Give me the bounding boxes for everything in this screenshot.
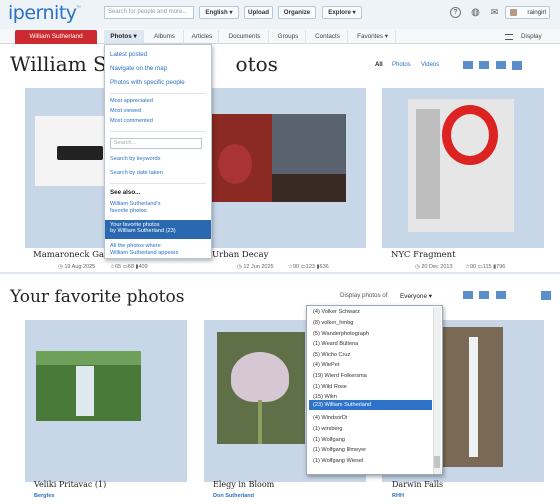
display-photos-listbox[interactable]: (4) Volker Schwarz (8) volker_hmbg (5) W…: [306, 305, 443, 475]
grid-small-view-icon[interactable]: [463, 291, 473, 299]
menu-separator: [110, 131, 206, 132]
site-search-input[interactable]: Search for people and more...: [104, 6, 194, 19]
upload-button[interactable]: Upload: [244, 6, 273, 19]
explore-button[interactable]: Explore ▾: [322, 6, 362, 19]
list-item-selected[interactable]: (23) William Sutherland: [313, 400, 371, 411]
menu-most-viewed[interactable]: Most viewed: [110, 108, 141, 114]
list-item[interactable]: (4) Volker Schwarz: [313, 307, 360, 318]
logo-trademark: ™: [76, 5, 81, 11]
photo-owner[interactable]: RHH: [392, 493, 404, 499]
photo-owner[interactable]: Don Sutherland: [213, 493, 254, 499]
photo-thumbnail[interactable]: [35, 116, 105, 186]
list-item[interactable]: (1) Weard Bültena: [313, 339, 358, 350]
photo-stats: ☆90 ▭123 ▮636: [288, 264, 329, 270]
menu-latest-posted[interactable]: Latest posted: [110, 51, 147, 58]
user-profile-tab[interactable]: William Sutherland: [15, 30, 97, 44]
mail-icon[interactable]: ✉: [489, 7, 500, 18]
tab-contacts[interactable]: Contacts: [308, 30, 348, 44]
display-menu-icon: [505, 34, 513, 40]
display-label: Display: [521, 33, 542, 40]
photo-thumbnail[interactable]: [217, 332, 305, 444]
list-item[interactable]: (1) Wild Rose: [313, 382, 347, 393]
display-photos-select[interactable]: Everyone ▾: [400, 292, 432, 300]
list-item[interactable]: (8) volker_hmbg: [313, 318, 353, 329]
photo-title[interactable]: Elegy in Bloom: [213, 480, 274, 489]
slideshow-view-icon[interactable]: [541, 291, 551, 300]
tab-albums[interactable]: Albums: [146, 30, 184, 44]
filter-all[interactable]: All: [375, 62, 383, 68]
list-item[interactable]: (1) Wolfgang Illmeyer: [313, 445, 366, 456]
photo-stats: ☆65 ▭68 ▮409: [110, 264, 148, 270]
menu-separator: [110, 93, 206, 94]
photo-date: ◷ 20 Dec 2013: [415, 264, 453, 270]
organize-button[interactable]: Organize: [278, 6, 316, 19]
filter-videos[interactable]: Videos: [421, 62, 439, 68]
list-item[interactable]: (5) Wicho Cruz: [313, 350, 350, 361]
photo-thumbnail[interactable]: [36, 351, 141, 421]
listbox-scrollbar[interactable]: [433, 307, 441, 474]
grid-medium-view-icon[interactable]: [479, 291, 489, 299]
list-item[interactable]: (4) WindsorDi: [313, 413, 347, 424]
tab-groups[interactable]: Groups: [271, 30, 306, 44]
menu-photos-people[interactable]: Photos with specific people: [110, 79, 185, 86]
menu-your-favorites-highlighted[interactable]: Your favorite photos by William Sutherla…: [105, 220, 211, 239]
photo-thumbnail[interactable]: [408, 99, 514, 232]
menu-all-appears-line1[interactable]: All the photos where: [110, 243, 161, 249]
list-item[interactable]: (19) Wierd Folkersma: [313, 371, 367, 382]
list-item[interactable]: (1) wirsberg: [313, 424, 343, 435]
tab-documents[interactable]: Documents: [221, 30, 269, 44]
photo-stats: ☆90 ▭115 ▮796: [465, 264, 506, 270]
photo-title[interactable]: Urban Decay: [212, 250, 268, 260]
grid-small-view-icon[interactable]: [463, 61, 473, 69]
menu-all-appears-line2[interactable]: William Sutherland appears: [110, 250, 178, 256]
help-icon[interactable]: ?: [450, 7, 461, 18]
menu-most-appreciated[interactable]: Most appreciated: [110, 98, 153, 104]
large-view-icon[interactable]: [512, 61, 522, 70]
tab-favorites[interactable]: Favorites ▾: [350, 30, 396, 44]
ipernity-logo[interactable]: ipernity: [8, 2, 77, 24]
photo-date: ◷ 12 Jun 2025: [237, 264, 274, 270]
list-item[interactable]: (1) Wolfgang: [313, 435, 345, 446]
display-button[interactable]: Display: [505, 30, 550, 44]
display-photos-label: Display photos of: [340, 292, 388, 299]
user-avatar-icon: [510, 9, 517, 16]
list-item[interactable]: (1) Wolfgang Wiesel: [313, 456, 363, 467]
listbox-scroll-thumb[interactable]: [434, 456, 440, 468]
menu-user-favorites-line2[interactable]: favorite photos: [110, 208, 147, 214]
list-view-icon[interactable]: [496, 291, 506, 299]
tab-photos[interactable]: Photos ▾: [104, 30, 144, 44]
photo-thumbnail[interactable]: [212, 114, 346, 202]
filter-photos[interactable]: Photos: [392, 62, 411, 68]
menu-search-input[interactable]: Search...: [110, 138, 202, 149]
list-view-icon[interactable]: [496, 61, 506, 69]
list-item[interactable]: (5) Wanderphotograph: [313, 329, 369, 340]
language-button[interactable]: English ▾: [199, 6, 239, 19]
photos-dropdown-menu: Latest posted Navigate on the map Photos…: [104, 44, 212, 259]
menu-search-date[interactable]: Search by date taken: [110, 170, 163, 176]
favorites-title: Your favorite photos: [10, 287, 185, 307]
photo-title[interactable]: Veliki Pritavac (1): [34, 480, 106, 489]
menu-see-also-heading: See also...: [110, 189, 141, 196]
photo-title[interactable]: Darwin Falls: [392, 480, 443, 489]
menu-separator: [110, 183, 206, 184]
section-divider: [0, 272, 560, 284]
photo-date: ◷ 19 Aug 2025: [58, 264, 96, 270]
photo-thumbnail[interactable]: [443, 327, 503, 467]
menu-user-favorites-line1[interactable]: William Sutherland's: [110, 201, 161, 207]
list-item[interactable]: (4) WiePet: [313, 360, 339, 371]
photo-title[interactable]: Mamaroneck Garg: [33, 250, 114, 260]
user-menu-button[interactable]: raingirl: [505, 6, 550, 19]
photo-owner[interactable]: Bergfex: [34, 493, 54, 499]
menu-navigate-map[interactable]: Navigate on the map: [110, 65, 167, 72]
tab-articles[interactable]: Articles: [186, 30, 219, 44]
photo-title[interactable]: NYC Fragment: [391, 250, 456, 260]
globe-icon[interactable]: ◍: [470, 7, 481, 18]
grid-medium-view-icon[interactable]: [479, 61, 489, 69]
menu-most-commented[interactable]: Most commented: [110, 118, 153, 124]
username-label: raingirl: [527, 9, 546, 16]
menu-search-keywords[interactable]: Search by keywords: [110, 156, 160, 162]
